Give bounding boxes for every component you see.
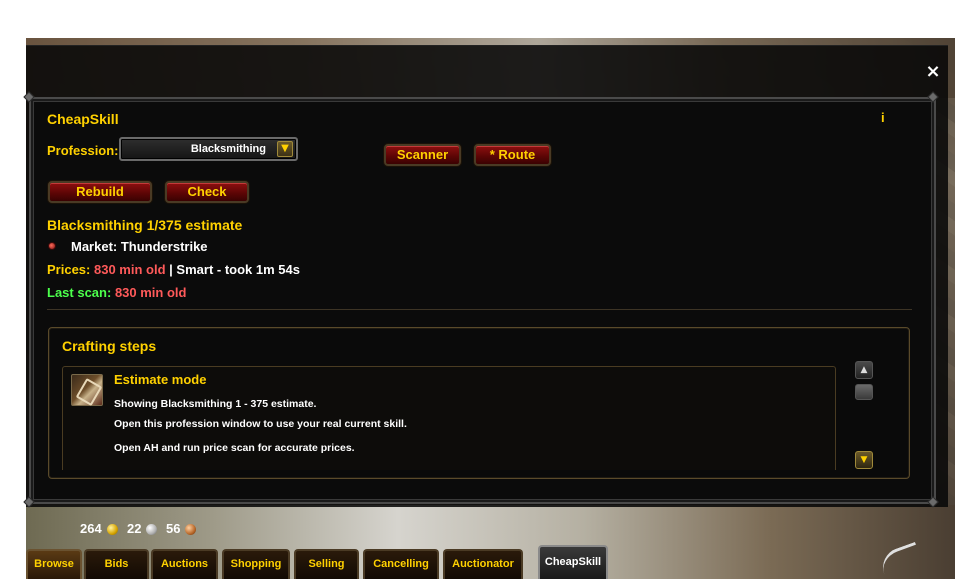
estimate-heading: Blacksmithing 1/375 estimate xyxy=(47,217,243,233)
step-line-1: Showing Blacksmithing 1 - 375 estimate. xyxy=(114,398,317,410)
market-status-icon xyxy=(48,242,56,250)
scanner-button[interactable]: Scanner xyxy=(384,144,461,166)
tab-shopping[interactable]: Shopping xyxy=(222,549,290,579)
close-button[interactable]: × xyxy=(923,62,943,82)
scrollbar-thumb[interactable] xyxy=(855,384,873,400)
info-icon[interactable]: i xyxy=(881,110,885,125)
step-title: Estimate mode xyxy=(114,372,207,387)
silver-amount: 22 xyxy=(127,521,142,536)
tab-selling[interactable]: Selling xyxy=(294,549,359,579)
tab-cheapskill[interactable]: CheapSkill xyxy=(538,545,608,579)
tab-auctions[interactable]: Auctions xyxy=(151,549,218,579)
last-scan-age: 830 min old xyxy=(114,285,187,300)
prices-separator: | xyxy=(169,262,173,277)
copper-amount: 56 xyxy=(166,521,181,536)
rebuild-button[interactable]: Rebuild xyxy=(48,181,152,203)
last-scan-line: Last scan: 830 min old xyxy=(47,285,186,300)
prices-label: Prices: xyxy=(47,262,91,277)
gold-amount: 264 xyxy=(80,521,102,536)
check-button[interactable]: Check xyxy=(165,181,249,203)
tab-cancelling[interactable]: Cancelling xyxy=(363,549,439,579)
profession-dropdown-value: Blacksmithing xyxy=(190,143,266,155)
silver-coin-icon xyxy=(146,524,157,535)
chevron-down-icon[interactable]: ▼ xyxy=(277,141,293,157)
scroll-down-button[interactable]: ▼ xyxy=(855,451,873,469)
prices-age: 830 min old xyxy=(94,262,166,277)
route-button[interactable]: * Route xyxy=(474,144,551,166)
tab-bids[interactable]: Bids xyxy=(84,549,149,579)
step-line-3: Open AH and run price scan for accurate … xyxy=(114,442,355,454)
market-text: Market: Thunderstrike xyxy=(71,239,208,254)
prices-line: Prices: 830 min old | Smart - took 1m 54… xyxy=(47,262,300,277)
last-scan-label: Last scan: xyxy=(47,285,112,300)
scroll-up-button[interactable]: ▲ xyxy=(855,361,873,379)
crafting-steps-heading: Crafting steps xyxy=(62,338,157,354)
tab-browse[interactable]: Browse xyxy=(26,549,82,579)
panel-title: CheapSkill xyxy=(47,111,119,127)
step-line-2: Open this profession window to use your … xyxy=(114,418,407,430)
prices-mode: Smart - took 1m 54s xyxy=(176,262,300,277)
profession-dropdown[interactable]: Blacksmithing ▼ xyxy=(119,137,298,161)
scroll-recipe-icon xyxy=(71,374,103,406)
section-divider xyxy=(47,309,912,310)
copper-coin-icon xyxy=(185,524,196,535)
gold-coin-icon xyxy=(107,524,118,535)
profession-label: Profession: xyxy=(47,143,119,158)
tab-auctionator[interactable]: Auctionator xyxy=(443,549,523,579)
